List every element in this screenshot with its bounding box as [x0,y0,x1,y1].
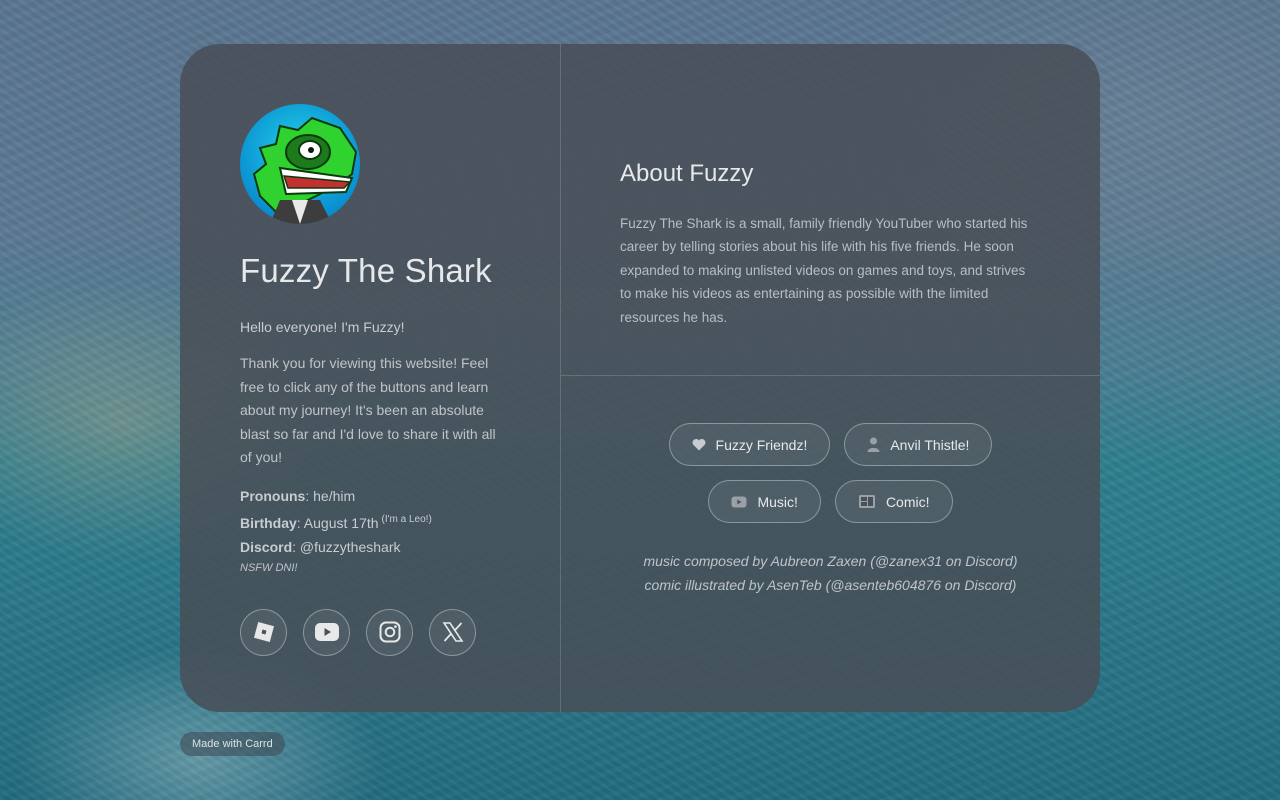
intro-text: Thank you for viewing this website! Feel… [240,355,496,465]
about-text: Fuzzy The Shark is a small, family frien… [620,216,1028,325]
comic-label: Comic! [885,493,930,510]
fuzzy-friendz-label: Fuzzy Friendz! [715,436,808,453]
link-buttons: Fuzzy Friendz! Anvil Thistle! Music! Com… [561,423,1100,523]
avatar [240,104,360,224]
music-credit: music composed by Aubreon Zaxen (@zanex3… [643,553,1018,569]
button-row-2: Music! Comic! [708,480,953,523]
nsfw-notice: NSFW DNI! [240,561,298,574]
discord-label: Discord [240,538,293,555]
x-link[interactable] [429,608,476,656]
birthday-line: Birthday: August 17th (I'm a Leo!) [240,508,510,535]
pronouns-line: Pronouns: he/him [240,484,510,508]
button-row-1: Fuzzy Friendz! Anvil Thistle! [668,423,993,466]
horizontal-divider [561,375,1100,376]
pronouns-value: : he/him [305,487,356,504]
anvil-thistle-label: Anvil Thistle! [890,436,970,453]
credits: music composed by Aubreon Zaxen (@zanex3… [561,549,1100,597]
about-title: About Fuzzy [620,160,754,187]
discord-line: Discord: @fuzzytheshark [240,535,510,559]
heart-icon [692,439,705,451]
social-links [240,608,510,656]
profile-column: Fuzzy The Shark Hello everyone! I'm Fuzz… [240,104,510,656]
about-section: About Fuzzy Fuzzy The Shark is a small, … [620,160,1040,329]
youtube-icon [314,623,339,641]
profile-name: Fuzzy The Shark [240,252,492,289]
profile-facts: Pronouns: he/him Birthday: August 17th (I… [240,484,510,577]
birthday-label: Birthday [240,514,297,531]
person-icon [867,437,880,452]
birthday-value: : August 17th [296,514,379,531]
instagram-link[interactable] [366,608,413,656]
comic-button[interactable]: Comic! [834,480,953,523]
comic-icon [858,495,875,508]
roblox-link[interactable] [240,608,287,656]
profile-card: Fuzzy The Shark Hello everyone! I'm Fuzz… [180,44,1100,712]
instagram-icon [379,621,400,643]
anvil-thistle-button[interactable]: Anvil Thistle! [844,423,993,466]
x-icon [442,622,463,642]
youtube-icon [731,496,747,507]
fuzzy-friendz-button[interactable]: Fuzzy Friendz! [668,423,831,466]
vertical-divider [560,44,561,712]
music-button[interactable]: Music! [708,480,821,523]
youtube-link[interactable] [303,608,350,656]
made-with-carrd-badge[interactable]: Made with Carrd [180,732,285,756]
discord-value: : @fuzzytheshark [292,538,401,555]
pronouns-label: Pronouns [240,487,306,504]
roblox-icon [253,622,274,642]
music-label: Music! [757,493,798,510]
birthday-note: (I'm a Leo!) [381,513,432,525]
comic-credit: comic illustrated by AsenTeb (@asenteb60… [644,577,1017,593]
greeting-text: Hello everyone! I'm Fuzzy! [240,319,405,335]
